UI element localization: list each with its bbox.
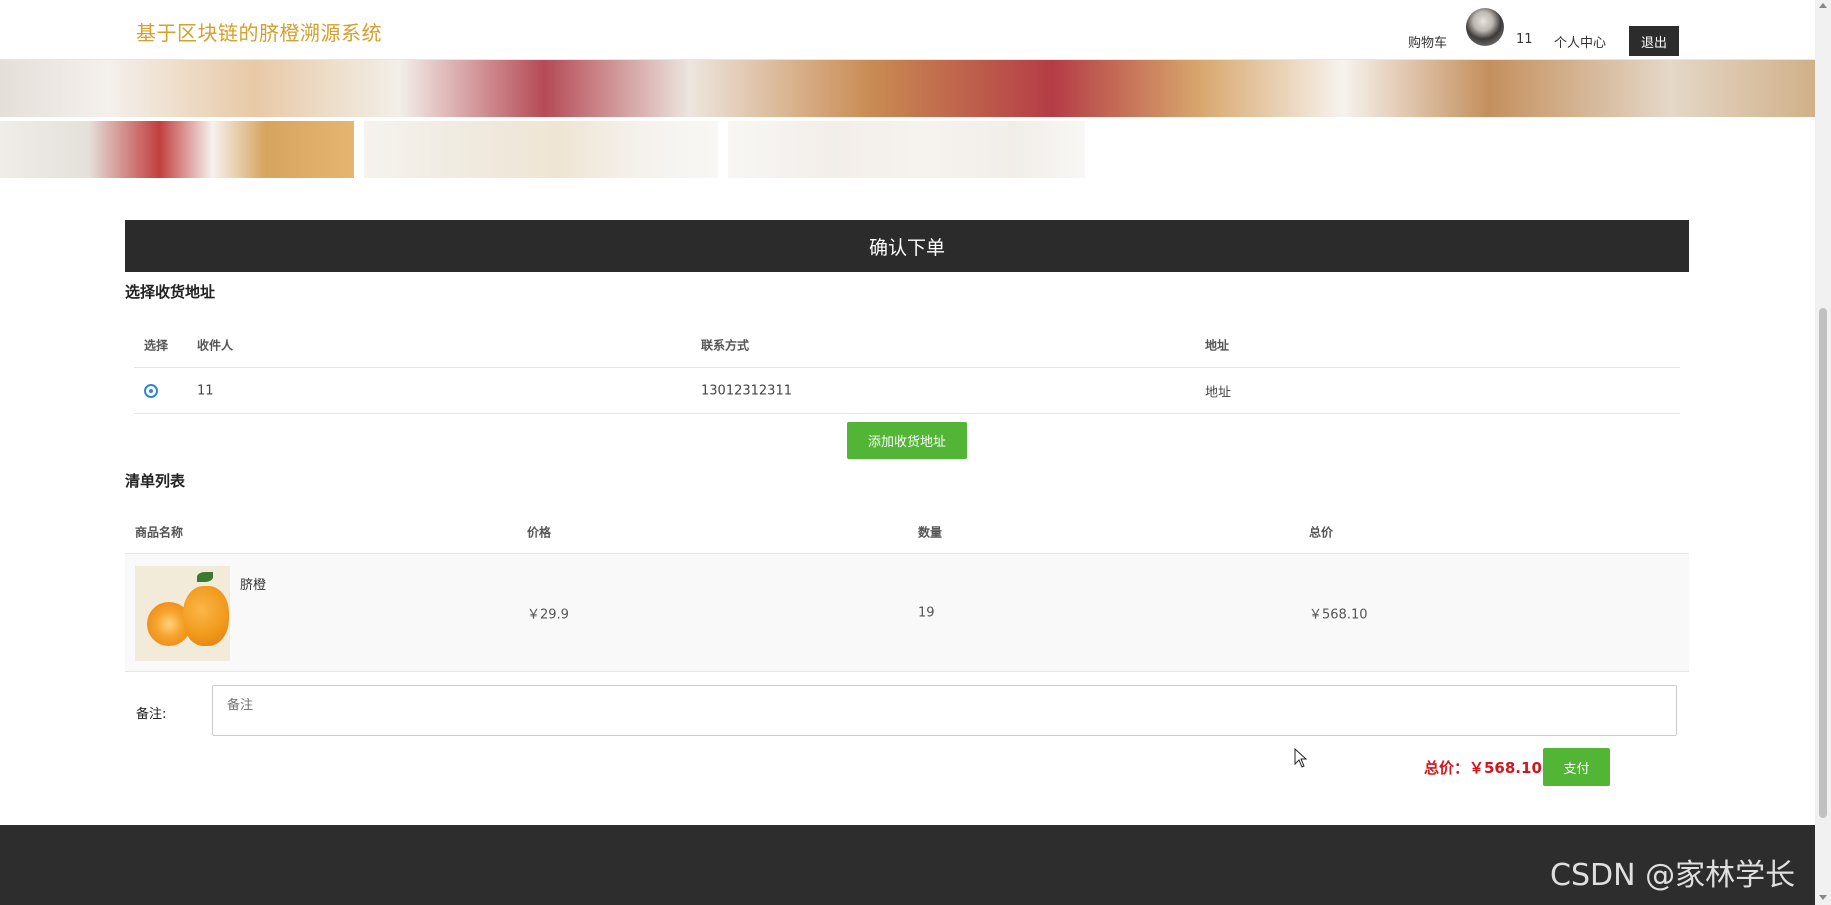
order-total: 总价：￥568.10 [1424, 759, 1542, 777]
banner-thumbnail-1[interactable] [0, 121, 354, 178]
items-table-header: 商品名称 价格 数量 总价 [125, 510, 1689, 554]
product-total: ￥568.10 [1309, 607, 1368, 622]
page-footer [0, 825, 1815, 905]
address-table-header: 选择 收件人 联系方式 地址 [134, 322, 1680, 368]
product-price: ￥29.9 [527, 607, 569, 622]
banner-thumbnail-3[interactable] [728, 121, 1085, 178]
product-quantity: 19 [918, 605, 935, 620]
column-header-product: 商品名称 [135, 525, 184, 539]
scroll-up-arrow-icon[interactable] [1819, 3, 1827, 8]
address-table: 选择 收件人 联系方式 地址 11 13012312311 地址 [134, 322, 1680, 414]
mouse-cursor-icon [1294, 748, 1308, 768]
order-item-row: 脐橙 ￥29.9 19 ￥568.10 [125, 554, 1689, 672]
address-section-title: 选择收货地址 [125, 283, 216, 301]
avatar[interactable] [1466, 8, 1504, 46]
column-header-price: 价格 [527, 525, 552, 539]
column-header-phone: 联系方式 [701, 338, 750, 352]
address-row[interactable]: 11 13012312311 地址 [134, 368, 1680, 414]
nav-cart-link[interactable]: 购物车 [1408, 32, 1447, 51]
page-scrollbar[interactable] [1815, 0, 1831, 905]
page: 基于区块链的脐橙溯源系统 购物车 11 个人中心 退出 确认下单 选择收货地址 … [0, 0, 1831, 905]
product-name[interactable]: 脐橙 [240, 574, 266, 593]
nav-username[interactable]: 11 [1516, 32, 1533, 47]
column-header-quantity: 数量 [918, 525, 943, 539]
order-items-table: 商品名称 价格 数量 总价 脐橙 ￥29.9 19 ￥568.10 [125, 510, 1689, 672]
scrollbar-thumb[interactable] [1819, 308, 1827, 818]
site-title[interactable]: 基于区块链的脐橙溯源系统 [136, 17, 382, 46]
scroll-down-arrow-icon[interactable] [1819, 895, 1827, 900]
banner-thumbnail-2[interactable] [364, 121, 718, 178]
column-header-total: 总价 [1309, 525, 1334, 539]
recipient-phone: 13012312311 [701, 383, 792, 398]
banner-image [0, 60, 1815, 117]
column-header-address: 地址 [1205, 338, 1230, 352]
watermark: CSDN @家林学长 [1550, 858, 1796, 893]
recipient-address: 地址 [1205, 385, 1232, 400]
banner-thumbnails [0, 121, 1100, 178]
address-radio[interactable] [144, 383, 158, 398]
product-image[interactable] [135, 566, 230, 661]
recipient-name: 11 [197, 383, 214, 398]
nav-profile-link[interactable]: 个人中心 [1554, 32, 1606, 51]
add-address-button[interactable]: 添加收货地址 [847, 422, 967, 459]
remark-textarea[interactable] [212, 685, 1677, 736]
remark-label: 备注: [136, 707, 167, 722]
logout-button[interactable]: 退出 [1629, 26, 1679, 56]
column-header-recipient: 收件人 [197, 338, 234, 352]
order-list-title: 清单列表 [125, 472, 186, 490]
confirm-order-header: 确认下单 [125, 220, 1689, 272]
pay-button[interactable]: 支付 [1543, 748, 1610, 786]
column-header-select: 选择 [144, 338, 169, 352]
top-navbar: 基于区块链的脐橙溯源系统 购物车 11 个人中心 退出 [0, 0, 1815, 60]
